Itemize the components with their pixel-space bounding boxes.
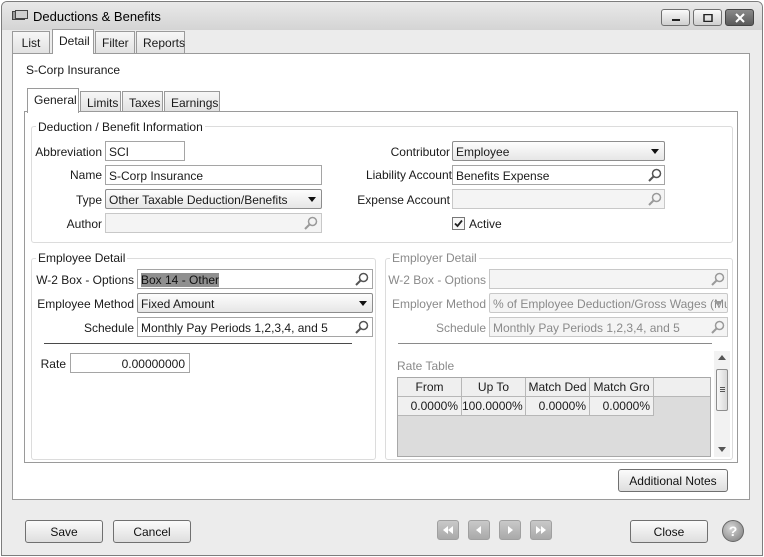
previous-record-icon — [476, 526, 481, 534]
author-label: Author — [66, 217, 102, 231]
column-header-from[interactable]: From — [398, 378, 462, 396]
contributor-dropdown[interactable]: Employee — [452, 141, 665, 161]
abbreviation-field[interactable]: SCI — [105, 141, 185, 161]
rate-table-header: From Up To Match Ded Match Gro — [398, 378, 710, 397]
save-button[interactable]: Save — [25, 520, 103, 543]
table-row[interactable]: 0.0000% 100.0000% 0.0000% 0.0000% — [398, 397, 654, 416]
record-title: S-Corp Insurance — [26, 63, 121, 77]
maximize-button[interactable] — [693, 9, 722, 26]
column-header-match-gro[interactable]: Match Gro — [590, 378, 654, 396]
minimize-button[interactable] — [661, 9, 690, 26]
tab-reports[interactable]: Reports — [136, 31, 185, 53]
help-icon[interactable]: ? — [722, 520, 744, 542]
cancel-button[interactable]: Cancel — [113, 520, 191, 543]
info-group-legend: Deduction / Benefit Information — [36, 120, 205, 134]
magnifier-icon[interactable] — [304, 216, 318, 230]
table-cell: 0.0000% — [526, 397, 590, 415]
employee-w2-label: W-2 Box - Options — [36, 273, 134, 287]
tab-limits[interactable]: Limits — [80, 91, 121, 111]
employee-w2-field[interactable]: Box 14 - Other — [137, 269, 373, 289]
next-record-icon — [508, 526, 513, 534]
employee-detail-legend: Employee Detail — [36, 251, 128, 265]
employer-schedule-field[interactable]: Monthly Pay Periods 1,2,3,4, and 5 — [489, 317, 728, 337]
active-label: Active — [469, 217, 502, 231]
previous-record-button[interactable] — [468, 520, 490, 540]
checkmark-icon — [454, 219, 463, 228]
employee-w2-value: Box 14 - Other — [141, 273, 220, 287]
tab-filter[interactable]: Filter — [95, 31, 135, 53]
contributor-label: Contributor — [390, 145, 450, 159]
employer-method-dropdown[interactable]: % of Employee Deduction/Gross Wages (Mul — [489, 293, 728, 313]
close-window-button[interactable] — [725, 9, 754, 26]
maximize-icon — [702, 13, 713, 22]
magnifier-icon[interactable] — [355, 272, 369, 286]
tab-earnings[interactable]: Earnings — [164, 91, 220, 111]
employer-method-value: % of Employee Deduction/Gross Wages (Mul — [493, 297, 728, 311]
table-cell: 100.0000% — [462, 397, 526, 415]
dropdown-arrow-icon — [651, 149, 659, 154]
column-header-match-ded[interactable]: Match Ded — [526, 378, 590, 396]
employer-divider — [398, 343, 712, 344]
grip-icon — [720, 387, 725, 388]
employee-schedule-field[interactable]: Monthly Pay Periods 1,2,3,4, and 5 — [137, 317, 373, 337]
table-cell: 0.0000% — [398, 397, 462, 415]
expense-account-label: Expense Account — [357, 193, 450, 207]
employee-method-label: Employee Method — [37, 297, 134, 311]
abbreviation-label: Abbreviation — [35, 145, 102, 159]
type-dropdown[interactable]: Other Taxable Deduction/Benefits — [105, 189, 322, 209]
dropdown-arrow-icon — [714, 301, 722, 306]
employee-schedule-label: Schedule — [83, 321, 134, 335]
scroll-thumb[interactable] — [716, 369, 728, 411]
app-icon — [12, 10, 28, 20]
name-field[interactable]: S-Corp Insurance — [105, 165, 322, 185]
window-title: Deductions & Benefits — [33, 9, 161, 24]
employer-schedule-label: Schedule — [435, 321, 486, 335]
employer-method-label: Employer Method — [391, 297, 486, 311]
employer-w2-field[interactable] — [489, 269, 728, 289]
rate-field[interactable]: 0.00000000 — [70, 353, 190, 373]
column-header-up-to[interactable]: Up To — [462, 378, 526, 396]
close-icon — [734, 12, 745, 23]
magnifier-icon[interactable] — [355, 320, 369, 334]
tab-taxes[interactable]: Taxes — [122, 91, 163, 111]
name-label: Name — [69, 168, 102, 182]
next-record-button[interactable] — [499, 520, 521, 540]
type-label: Type — [75, 193, 102, 207]
last-record-button[interactable] — [530, 520, 552, 540]
last-record-icon — [536, 526, 546, 534]
employee-divider — [44, 343, 352, 344]
employer-w2-label: W-2 Box - Options — [388, 273, 486, 287]
contributor-value: Employee — [456, 145, 510, 159]
additional-notes-button[interactable]: Additional Notes — [618, 469, 728, 492]
employer-detail-legend: Employer Detail — [390, 251, 479, 265]
magnifier-icon[interactable] — [648, 192, 662, 206]
author-field[interactable] — [105, 213, 322, 233]
employee-method-dropdown[interactable]: Fixed Amount — [137, 293, 373, 313]
first-record-button[interactable] — [437, 520, 459, 540]
magnifier-icon[interactable] — [711, 272, 725, 286]
tab-detail[interactable]: Detail — [52, 29, 94, 54]
minimize-icon — [671, 18, 680, 21]
first-record-icon — [443, 526, 453, 534]
rate-table-label: Rate Table — [397, 359, 455, 373]
expense-account-field[interactable] — [452, 189, 665, 209]
magnifier-icon[interactable] — [711, 320, 725, 334]
liability-account-field[interactable]: Benefits Expense — [452, 165, 665, 185]
magnifier-icon[interactable] — [648, 168, 662, 182]
scroll-up-icon[interactable] — [718, 355, 726, 360]
scroll-down-icon[interactable] — [718, 447, 726, 452]
dropdown-arrow-icon — [359, 301, 367, 306]
rate-table-scrollbar[interactable] — [714, 351, 730, 457]
dropdown-arrow-icon — [308, 197, 316, 202]
table-cell: 0.0000% — [590, 397, 654, 415]
tab-general[interactable]: General — [27, 88, 79, 113]
rate-table: From Up To Match Ded Match Gro 0.0000% 1… — [397, 377, 711, 457]
type-value: Other Taxable Deduction/Benefits — [109, 193, 288, 207]
close-button[interactable]: Close — [630, 520, 708, 543]
rate-label: Rate — [40, 357, 66, 371]
active-checkbox[interactable] — [452, 217, 465, 230]
tab-list[interactable]: List — [12, 31, 50, 53]
employee-method-value: Fixed Amount — [141, 297, 215, 311]
liability-account-label: Liability Account — [365, 168, 452, 182]
